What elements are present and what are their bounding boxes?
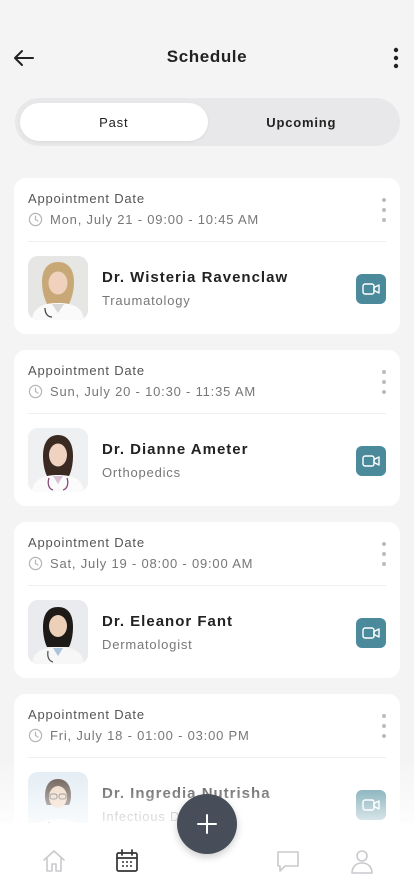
video-call-button[interactable]	[356, 618, 386, 648]
doctor-specialty: Infectious D	[102, 809, 181, 824]
clock-icon	[28, 212, 43, 227]
appointment-date-label: Appointment Date	[28, 191, 145, 206]
divider	[28, 585, 386, 586]
doctor-name: Dr. Wisteria Ravenclaw	[102, 269, 289, 286]
doctor-specialty: Dermatologist	[102, 637, 193, 652]
doctor-specialty: Orthopedics	[102, 465, 181, 480]
more-menu-button[interactable]	[384, 42, 408, 74]
card-more-button[interactable]	[378, 198, 390, 222]
tab-past[interactable]: Past	[20, 103, 208, 141]
video-call-button[interactable]	[356, 274, 386, 304]
clock-icon	[28, 556, 43, 571]
video-camera-icon	[362, 455, 380, 467]
divider	[28, 241, 386, 242]
appointment-date-label: Appointment Date	[28, 363, 145, 378]
tab-upcoming[interactable]: Upcoming	[208, 103, 396, 141]
doctor-avatar	[28, 256, 88, 320]
doctor-avatar	[28, 428, 88, 492]
more-vertical-icon	[393, 47, 399, 69]
appointment-date-label: Appointment Date	[28, 535, 145, 550]
chat-icon	[277, 851, 299, 872]
clock-icon	[28, 384, 43, 399]
header: Schedule	[0, 0, 414, 96]
appointment-date-row: Fri, July 18 - 01:00 - 03:00 PM	[28, 728, 250, 743]
clock-icon	[28, 728, 43, 743]
doctor-specialty: Traumatology	[102, 293, 191, 308]
doctor-name: Dr. Dianne Ameter	[102, 441, 249, 458]
appointment-date-row: Sat, July 19 - 08:00 - 09:00 AM	[28, 556, 253, 571]
doctor-avatar	[28, 600, 88, 664]
appointment-date: Mon, July 21 - 09:00 - 10:45 AM	[50, 212, 260, 227]
nav-home[interactable]	[39, 846, 69, 876]
appointment-date-label: Appointment Date	[28, 707, 145, 722]
appointment-date: Sun, July 20 - 10:30 - 11:35 AM	[50, 384, 256, 399]
video-call-button[interactable]	[356, 446, 386, 476]
doctor-name: Dr. Ingredia Nutrisha	[102, 785, 271, 802]
appointment-card[interactable]: Appointment Date Mon, July 21 - 09:00 - …	[14, 178, 400, 334]
card-more-button[interactable]	[378, 714, 390, 738]
card-more-button[interactable]	[378, 370, 390, 394]
video-camera-icon	[362, 627, 380, 639]
calendar-icon	[116, 849, 138, 872]
nav-calendar[interactable]	[112, 846, 142, 876]
doctor-name: Dr. Eleanor Fant	[102, 613, 234, 630]
add-appointment-button[interactable]	[177, 794, 237, 854]
schedule-tabs: Past Upcoming	[15, 98, 400, 146]
appointment-card[interactable]: Appointment Date Sun, July 20 - 10:30 - …	[14, 350, 400, 506]
video-camera-icon	[362, 799, 380, 811]
nav-profile[interactable]	[347, 846, 377, 876]
appointment-date: Fri, July 18 - 01:00 - 03:00 PM	[50, 728, 250, 743]
nav-chat[interactable]	[273, 846, 303, 876]
plus-icon	[197, 814, 217, 834]
video-camera-icon	[362, 283, 380, 295]
card-more-button[interactable]	[378, 542, 390, 566]
divider	[28, 413, 386, 414]
appointment-date-row: Sun, July 20 - 10:30 - 11:35 AM	[28, 384, 256, 399]
page-title: Schedule	[166, 47, 248, 66]
video-call-button[interactable]	[356, 790, 386, 820]
appointment-date-row: Mon, July 21 - 09:00 - 10:45 AM	[28, 212, 259, 227]
divider	[28, 757, 386, 758]
appointment-card[interactable]: Appointment Date Sat, July 19 - 08:00 - …	[14, 522, 400, 678]
home-icon	[43, 850, 65, 872]
appointment-date: Sat, July 19 - 08:00 - 09:00 AM	[50, 556, 254, 571]
profile-icon	[351, 850, 373, 874]
